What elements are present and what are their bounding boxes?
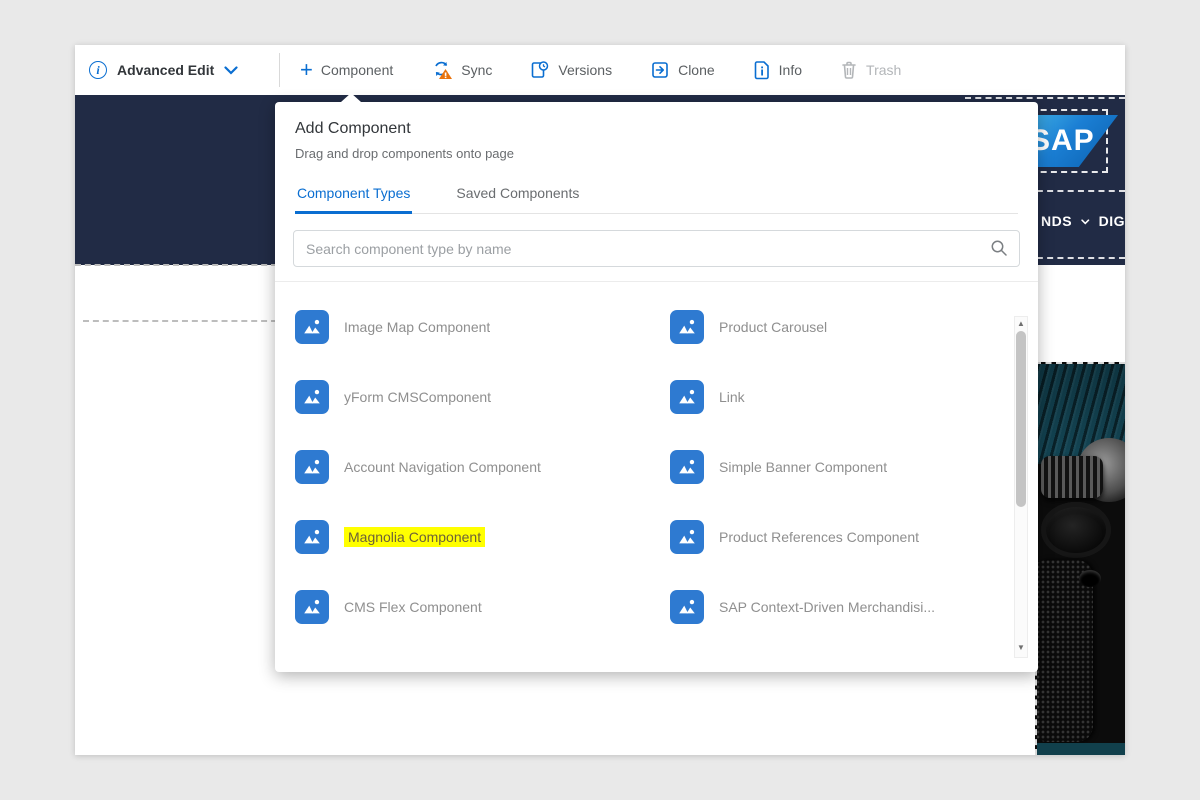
plus-icon: + [300, 61, 313, 79]
chevron-down-icon [1081, 218, 1090, 226]
component-list-item[interactable]: Simple Banner Component [670, 450, 1002, 484]
clone-button[interactable]: Clone [650, 60, 715, 80]
panel-notch [341, 93, 361, 102]
info-circle-icon[interactable]: i [89, 61, 107, 79]
component-list-item[interactable]: CMS Flex Component [295, 590, 670, 624]
camera-hero-image [1035, 362, 1125, 755]
nav-fragment-left: NDS [1041, 213, 1072, 229]
camera-dial [1041, 456, 1103, 498]
camera-image-bottom [1037, 743, 1125, 755]
camera-grip [1035, 560, 1093, 742]
media-component-icon [670, 380, 704, 414]
component-list-item[interactable]: Link [670, 380, 1002, 414]
scroll-down-arrow[interactable]: ▼ [1017, 641, 1025, 655]
component-list-item[interactable]: Account Navigation Component [295, 450, 670, 484]
scroll-up-arrow[interactable]: ▲ [1017, 317, 1025, 331]
panel-subtitle: Drag and drop components onto page [295, 146, 1018, 161]
scrollbar-thumb[interactable] [1016, 331, 1026, 507]
sync-button[interactable]: Sync [431, 60, 492, 80]
chevron-down-icon[interactable] [224, 66, 238, 75]
media-component-icon [670, 520, 704, 554]
slot-outline-top [965, 97, 1125, 99]
panel-tabs: Component Types Saved Components [295, 179, 1018, 214]
slot-border-line [75, 264, 277, 266]
panel-scrollbar[interactable]: ▲ ▼ [1014, 316, 1028, 658]
component-label: Link [719, 389, 745, 405]
media-component-icon [295, 380, 329, 414]
versions-icon [530, 60, 550, 80]
component-label: CMS Flex Component [344, 599, 482, 615]
media-component-icon [295, 450, 329, 484]
component-list-item[interactable]: Product Carousel [670, 310, 1002, 344]
storefront-nav[interactable]: NDS DIG [1041, 213, 1125, 229]
add-component-panel: Add Component Drag and drop components o… [275, 102, 1038, 672]
edit-mode-dropdown[interactable]: Advanced Edit [117, 62, 214, 78]
media-component-icon [670, 310, 704, 344]
tab-component-types[interactable]: Component Types [295, 179, 412, 214]
component-list-item[interactable]: Magnolia Component [295, 520, 670, 554]
sap-logo-text: SAP [1030, 124, 1095, 158]
search-icon [990, 239, 1008, 257]
component-label: SAP Context-Driven Merchandisi... [719, 599, 935, 615]
smartedit-window: SAP NDS DIG i Advanced Edit + [75, 45, 1125, 755]
camera-lens [1041, 502, 1111, 558]
panel-title: Add Component [295, 120, 1018, 138]
media-component-icon [295, 310, 329, 344]
component-search-input[interactable] [293, 230, 1020, 267]
component-list-item[interactable]: Image Map Component [295, 310, 670, 344]
component-list-item[interactable]: yForm CMSComponent [295, 380, 670, 414]
component-label: Account Navigation Component [344, 459, 541, 475]
media-component-icon [670, 590, 704, 624]
component-label: Simple Banner Component [719, 459, 887, 475]
component-label: Product Carousel [719, 319, 827, 335]
nav-fragment-right: DIG [1099, 213, 1125, 229]
clone-icon [650, 60, 670, 80]
info-button[interactable]: Info [753, 60, 802, 80]
component-label: yForm CMSComponent [344, 389, 491, 405]
component-list-item[interactable]: Product References Component [670, 520, 1002, 554]
trash-icon [840, 60, 858, 80]
trash-button[interactable]: Trash [840, 60, 901, 80]
info-doc-icon [753, 60, 771, 80]
component-label: Magnolia Component [344, 527, 485, 547]
tab-saved-components[interactable]: Saved Components [454, 179, 581, 214]
media-component-icon [670, 450, 704, 484]
component-list-item[interactable]: SAP Context-Driven Merchandisi... [670, 590, 1002, 624]
scrollbar-track[interactable] [1015, 331, 1027, 657]
add-component-button[interactable]: + Component [300, 61, 393, 79]
smartedit-toolbar: i Advanced Edit + Component Sync [75, 45, 1125, 95]
content-slot-border-line [83, 320, 277, 322]
media-component-icon [295, 590, 329, 624]
component-label: Image Map Component [344, 319, 490, 335]
component-list: Image Map Component Product Carousel yFo… [275, 282, 1038, 636]
media-component-icon [295, 520, 329, 554]
sync-warning-icon [431, 60, 453, 80]
camera-button [1079, 570, 1101, 587]
component-label: Product References Component [719, 529, 919, 545]
versions-button[interactable]: Versions [530, 60, 612, 80]
